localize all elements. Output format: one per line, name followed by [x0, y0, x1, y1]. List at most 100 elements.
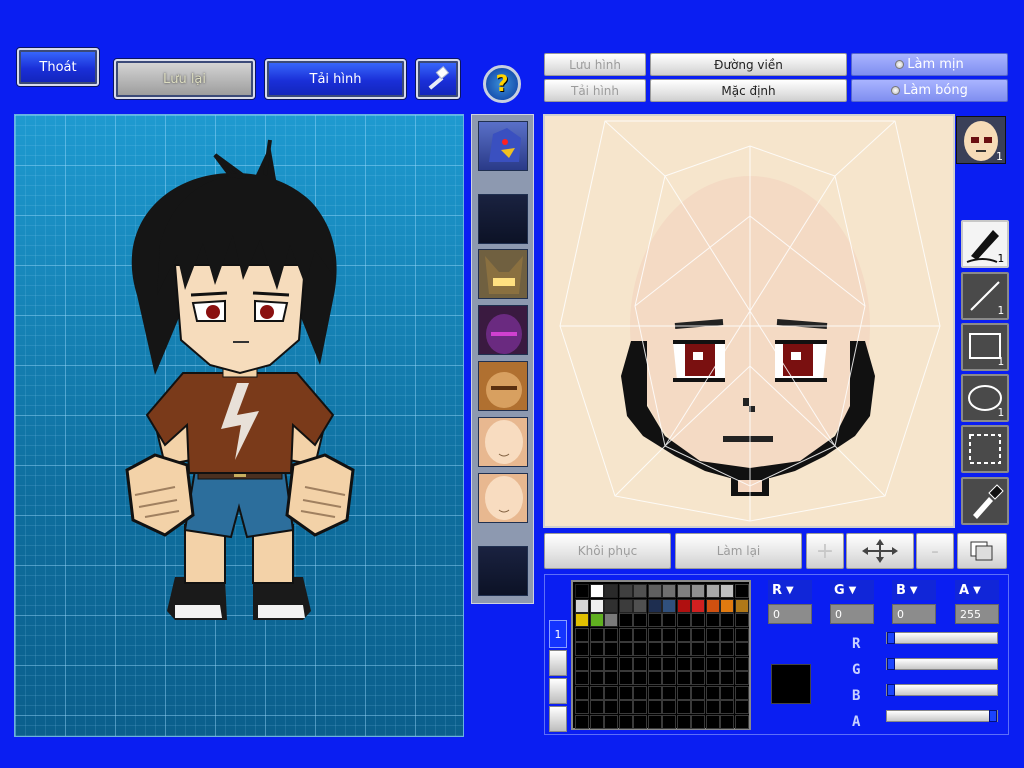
palette-swatch[interactable] — [691, 584, 705, 598]
ellipse-tool[interactable]: 1 — [961, 374, 1009, 422]
palette-swatch[interactable] — [575, 584, 589, 598]
green-slider[interactable] — [886, 658, 998, 670]
character-preview[interactable] — [14, 114, 464, 737]
help-button[interactable]: ? — [483, 65, 521, 103]
palette-swatch[interactable] — [676, 584, 691, 598]
palette-swatch-empty[interactable] — [676, 656, 691, 671]
palette-swatch-empty[interactable] — [647, 700, 662, 714]
palette-swatch-empty[interactable] — [676, 685, 691, 700]
move-button[interactable] — [846, 533, 914, 569]
palette-swatch[interactable] — [662, 584, 676, 598]
save-image-button[interactable]: Lưu hình — [544, 53, 646, 76]
palette-swatch-empty[interactable] — [734, 700, 749, 714]
palette-swatch-empty[interactable] — [676, 700, 691, 714]
palette-swatch-empty[interactable] — [691, 613, 705, 627]
palette-swatch-empty[interactable] — [589, 671, 604, 685]
palette-swatch-empty[interactable] — [662, 642, 676, 656]
palette-swatch-empty[interactable] — [662, 700, 676, 714]
palette-swatch-empty[interactable] — [720, 714, 734, 729]
palette-swatch-empty[interactable] — [705, 685, 720, 700]
palette-swatch-empty[interactable] — [705, 627, 720, 642]
palette-swatch[interactable] — [705, 598, 720, 613]
palette-swatch[interactable] — [589, 613, 604, 627]
palette-swatch[interactable] — [589, 598, 604, 613]
part-thumbnail-bird[interactable] — [478, 121, 528, 171]
palette-swatch-empty[interactable] — [705, 613, 720, 627]
palette-swatch-empty[interactable] — [647, 685, 662, 700]
palette-swatch-empty[interactable] — [676, 671, 691, 685]
palette-swatch-empty[interactable] — [647, 671, 662, 685]
palette-swatch-empty[interactable] — [604, 714, 618, 729]
part-thumbnail-face-a[interactable] — [478, 417, 528, 467]
eyedropper-tool[interactable] — [961, 477, 1009, 525]
alpha-slider[interactable] — [886, 710, 998, 722]
palette-swatch-empty[interactable] — [633, 627, 647, 642]
palette-swatch[interactable] — [604, 613, 618, 627]
palette-swatch-empty[interactable] — [633, 642, 647, 656]
palette-swatch[interactable] — [647, 584, 662, 598]
palette-swatch-empty[interactable] — [734, 613, 749, 627]
palette-swatch-empty[interactable] — [633, 656, 647, 671]
palette-swatch-empty[interactable] — [720, 700, 734, 714]
palette-swatch-empty[interactable] — [720, 671, 734, 685]
line-tool[interactable]: 1 — [961, 272, 1009, 320]
palette-swatch-empty[interactable] — [720, 613, 734, 627]
select-tool[interactable] — [961, 425, 1009, 473]
palette-swatch-empty[interactable] — [691, 700, 705, 714]
outline-button[interactable]: Đường viền — [650, 53, 847, 76]
palette-swatch[interactable] — [633, 598, 647, 613]
slider-handle[interactable] — [989, 710, 997, 722]
palette-swatch-empty[interactable] — [575, 685, 589, 700]
rectangle-tool[interactable]: 1 — [961, 323, 1009, 371]
slider-handle[interactable] — [887, 684, 895, 696]
red-channel-dropdown[interactable]: R ▼ — [768, 580, 812, 600]
palette-swatch-empty[interactable] — [662, 656, 676, 671]
palette-swatch-empty[interactable] — [720, 627, 734, 642]
palette-swatch-empty[interactable] — [589, 627, 604, 642]
pen-tool[interactable]: 1 — [961, 220, 1009, 268]
part-thumbnail-fox[interactable] — [478, 249, 528, 299]
palette-swatch[interactable] — [691, 598, 705, 613]
palette-swatch[interactable] — [618, 598, 633, 613]
red-value-field[interactable]: 0 — [768, 604, 812, 624]
reload-button[interactable]: Tải hình — [265, 59, 406, 99]
palette-swatch-empty[interactable] — [589, 656, 604, 671]
palette-swatch-empty[interactable] — [589, 642, 604, 656]
palette-swatch-empty[interactable] — [720, 656, 734, 671]
pixel-editor-canvas[interactable] — [543, 114, 955, 528]
palette-swatch-empty[interactable] — [705, 700, 720, 714]
palette-swatch[interactable] — [720, 584, 734, 598]
palette-swatch-empty[interactable] — [589, 700, 604, 714]
slider-handle[interactable] — [887, 658, 895, 670]
part-slot-empty[interactable] — [478, 194, 528, 244]
palette-swatch-empty[interactable] — [662, 671, 676, 685]
palette-swatch-empty[interactable] — [604, 642, 618, 656]
alpha-channel-dropdown[interactable]: A ▼ — [955, 580, 999, 600]
palette-swatch[interactable] — [676, 598, 691, 613]
palette-swatch-empty[interactable] — [676, 613, 691, 627]
palette-swatch-empty[interactable] — [647, 613, 662, 627]
color-palette[interactable] — [571, 580, 751, 730]
palette-swatch-empty[interactable] — [633, 671, 647, 685]
palette-swatch[interactable] — [705, 584, 720, 598]
palette-swatch-empty[interactable] — [618, 685, 633, 700]
palette-swatch-empty[interactable] — [705, 642, 720, 656]
palette-swatch-empty[interactable] — [734, 656, 749, 671]
palette-swatch-empty[interactable] — [662, 714, 676, 729]
palette-swatch-empty[interactable] — [618, 700, 633, 714]
palette-swatch-empty[interactable] — [662, 685, 676, 700]
palette-swatch[interactable] — [734, 598, 749, 613]
palette-swatch-empty[interactable] — [647, 714, 662, 729]
palette-tab-active[interactable]: 1 — [549, 620, 567, 648]
red-slider[interactable] — [886, 632, 998, 644]
palette-swatch-empty[interactable] — [633, 700, 647, 714]
palette-swatch-empty[interactable] — [676, 642, 691, 656]
smooth-toggle[interactable]: Làm mịn — [851, 53, 1008, 76]
palette-swatch-empty[interactable] — [618, 642, 633, 656]
default-button[interactable]: Mặc định — [650, 79, 847, 102]
palette-swatch-empty[interactable] — [647, 627, 662, 642]
palette-tab[interactable] — [549, 678, 567, 704]
palette-swatch-empty[interactable] — [604, 656, 618, 671]
palette-swatch-empty[interactable] — [691, 642, 705, 656]
palette-swatch-empty[interactable] — [647, 656, 662, 671]
